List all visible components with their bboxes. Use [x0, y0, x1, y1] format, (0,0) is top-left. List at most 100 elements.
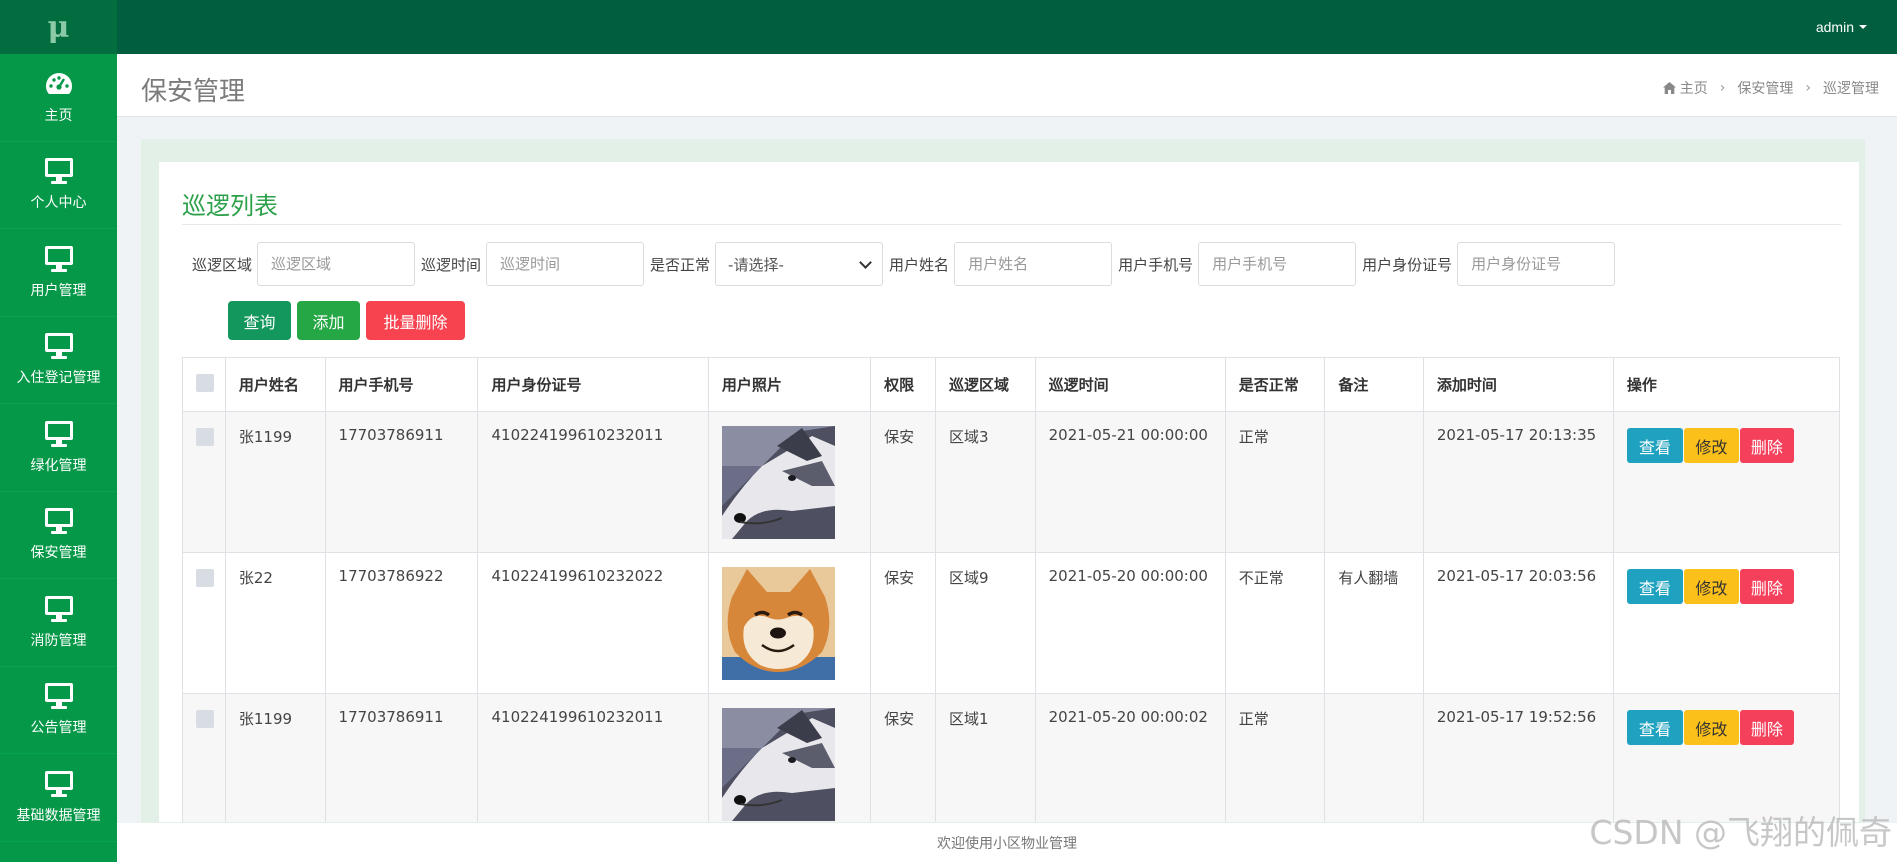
name-input[interactable]: [954, 242, 1113, 286]
cell-actions: 查看 修改 删除: [1612, 411, 1841, 553]
monitor-icon: [44, 333, 73, 360]
idcard-input[interactable]: [1457, 242, 1616, 286]
sidebar-item[interactable]: 个人中心: [0, 142, 117, 229]
table-row: 张22 17703786922 410224199610232022 保安 区域9 202…: [182, 552, 1841, 694]
breadcrumb-current: 巡逻管理: [1823, 81, 1879, 97]
row-checkbox[interactable]: [196, 710, 214, 728]
column-header: 巡逻区域: [934, 357, 1036, 412]
shiba-photo: [721, 567, 835, 680]
sidebar-item-label: 入住登记管理: [16, 370, 101, 387]
cell-remark: [1324, 693, 1424, 822]
edit-button[interactable]: 修改: [1683, 428, 1739, 463]
row-select-cell: [182, 693, 226, 822]
sidebar-item[interactable]: 消防管理: [0, 579, 117, 667]
sidebar-item-label: 基础数据管理: [16, 807, 101, 824]
cell-time: 2021-05-21 00:00:00: [1034, 411, 1226, 553]
phone-label: 用户手机号: [1118, 255, 1194, 274]
batch-delete-button[interactable]: 批量删除: [366, 301, 465, 340]
cell-role: 保安: [870, 552, 936, 694]
cell-photo: [707, 552, 872, 694]
breadcrumb-separator-icon: ›: [1719, 80, 1726, 96]
delete-button[interactable]: 删除: [1739, 569, 1794, 604]
cell-area: 区域1: [934, 693, 1036, 822]
delete-button[interactable]: 删除: [1739, 710, 1794, 745]
add-button[interactable]: 添加: [297, 301, 360, 340]
monitor-icon: [44, 245, 73, 272]
table-header-row: 用户姓名 用户手机号 用户身份证号 用户照片 权限 巡逻区域 巡逻时间 是否正常…: [182, 357, 1841, 412]
sidebar-item[interactable]: 用户管理: [0, 229, 117, 317]
caret-down-icon: [1859, 25, 1867, 29]
query-button[interactable]: 查询: [228, 301, 291, 340]
patrol-table: 用户姓名 用户手机号 用户身份证号 用户照片 权限 巡逻区域 巡逻时间 是否正常…: [182, 357, 1841, 822]
chevron-down-icon: [859, 255, 872, 269]
column-header: 用户姓名: [224, 357, 326, 412]
edit-button[interactable]: 修改: [1683, 569, 1739, 604]
monitor-icon: [44, 595, 73, 622]
card-title: 巡逻列表: [182, 192, 278, 220]
column-header: 备注: [1324, 357, 1424, 412]
cell-phone: 17703786922: [324, 552, 479, 694]
sidebar-item[interactable]: 入住登记管理: [0, 317, 117, 404]
cell-name: 张1199: [224, 411, 326, 553]
sidebar-item-label: 用户管理: [30, 282, 87, 299]
row-select-cell: [182, 411, 226, 553]
monitor-icon: [44, 770, 73, 797]
sidebar-item-label: 公告管理: [30, 720, 87, 737]
dashboard-icon: [45, 72, 72, 94]
cell-normal: 正常: [1224, 693, 1326, 822]
select-all-checkbox[interactable]: [196, 373, 214, 392]
table-body: 张1199 17703786911 410224199610232011 保安 区域3 2…: [182, 411, 1841, 822]
sidebar: μ 主页 个人中心 用户管理 入住登记管理 绿化管理 保安管理 消防管理 公告管理 基础数据管理: [0, 0, 117, 862]
action-buttons: 查询 添加 批量删除: [228, 301, 471, 340]
select-all-cell: [182, 357, 226, 412]
cell-actions: 查看 修改 删除: [1612, 552, 1841, 694]
divider: [182, 224, 1841, 225]
view-button[interactable]: 查看: [1626, 569, 1683, 604]
view-button[interactable]: 查看: [1626, 428, 1683, 463]
user-photo[interactable]: [721, 426, 835, 539]
cell-idcard: 410224199610232022: [477, 552, 709, 694]
row-checkbox[interactable]: [196, 428, 214, 446]
cell-actions: 查看 修改 删除: [1612, 693, 1841, 822]
cell-remark: 有人翻墙: [1324, 552, 1424, 694]
edit-button[interactable]: 修改: [1683, 710, 1739, 745]
sidebar-item[interactable]: 主页: [0, 54, 117, 142]
cell-area: 区域3: [934, 411, 1036, 553]
normal-select[interactable]: -请选择-: [715, 242, 884, 286]
sidebar-item[interactable]: 基础数据管理: [0, 754, 117, 842]
husky-photo: [721, 426, 835, 539]
sidebar-item-label: 主页: [44, 107, 73, 124]
monitor-icon: [44, 420, 73, 447]
sidebar-item-label: 消防管理: [30, 632, 87, 649]
watermark: CSDN @飞翔的佩奇: [1589, 813, 1892, 852]
cell-area: 区域9: [934, 552, 1036, 694]
cell-phone: 17703786911: [324, 693, 479, 822]
monitor-icon: [44, 158, 73, 185]
normal-select-value: -请选择-: [728, 255, 784, 274]
row-checkbox[interactable]: [196, 569, 214, 587]
sidebar-item[interactable]: 公告管理: [0, 667, 117, 754]
phone-input[interactable]: [1198, 242, 1357, 286]
cell-photo: [707, 693, 872, 822]
time-input[interactable]: [486, 242, 645, 286]
user-menu[interactable]: admin: [1816, 0, 1867, 54]
user-photo[interactable]: [721, 708, 835, 821]
monitor-icon: [44, 508, 73, 535]
sidebar-item[interactable]: 保安管理: [0, 492, 117, 579]
cell-time: 2021-05-20 00:00:02: [1034, 693, 1226, 822]
area-label: 巡逻区域: [192, 255, 253, 274]
breadcrumb-section[interactable]: 保安管理: [1737, 78, 1793, 98]
delete-button[interactable]: 删除: [1739, 428, 1794, 463]
view-button[interactable]: 查看: [1626, 710, 1683, 745]
breadcrumb-home[interactable]: 主页: [1680, 78, 1708, 98]
cell-photo: [707, 411, 872, 553]
area-input[interactable]: [257, 242, 416, 286]
breadcrumb: 主页 › 保安管理 › 巡逻管理: [1662, 78, 1879, 98]
idcard-label: 用户身份证号: [1362, 255, 1453, 274]
cell-role: 保安: [870, 693, 936, 822]
breadcrumb-separator-icon: ›: [1805, 80, 1811, 96]
user-photo[interactable]: [721, 567, 835, 680]
page-title: 保安管理: [141, 77, 246, 107]
sidebar-item[interactable]: 绿化管理: [0, 404, 117, 492]
cell-remark: [1324, 411, 1424, 553]
